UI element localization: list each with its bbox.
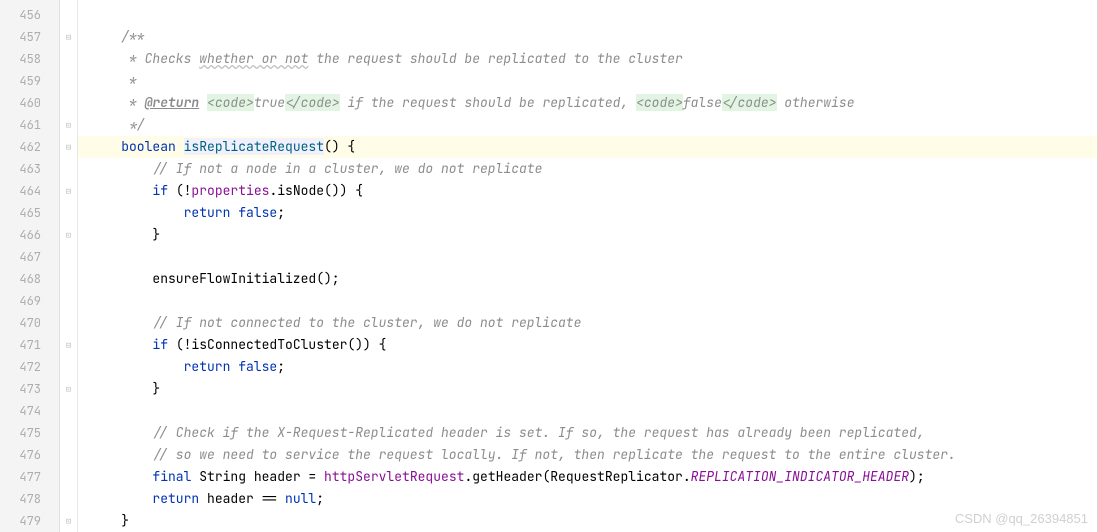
line-number: 468 — [0, 268, 59, 290]
code-line[interactable]: return header == null; — [78, 488, 1097, 510]
fold-spacer — [60, 4, 77, 26]
code-editor[interactable]: 4564574584594604614624634644654664674684… — [0, 0, 1098, 532]
code-line[interactable]: * @return <code>true</code> if the reque… — [78, 92, 1097, 114]
line-number: 478 — [0, 488, 59, 510]
fold-spacer — [60, 488, 77, 510]
line-number: 467 — [0, 246, 59, 268]
line-number: 461 — [0, 114, 59, 136]
fold-marker-icon[interactable] — [60, 180, 77, 202]
fold-spacer — [60, 246, 77, 268]
code-line[interactable]: } — [78, 224, 1097, 246]
line-number: 473 — [0, 378, 59, 400]
code-line[interactable]: // If not connected to the cluster, we d… — [78, 312, 1097, 334]
fold-spacer — [60, 466, 77, 488]
code-line[interactable] — [78, 4, 1097, 26]
line-number: 463 — [0, 158, 59, 180]
fold-spacer — [60, 422, 77, 444]
code-line[interactable]: ensureFlowInitialized(); — [78, 268, 1097, 290]
code-line[interactable]: * — [78, 70, 1097, 92]
fold-marker-icon[interactable] — [60, 114, 77, 136]
fold-spacer — [60, 356, 77, 378]
line-number-gutter: 4564574584594604614624634644654664674684… — [0, 0, 60, 532]
fold-spacer — [60, 70, 77, 92]
fold-marker-icon[interactable] — [60, 26, 77, 48]
code-line[interactable]: // Check if the X-Request-Replicated hea… — [78, 422, 1097, 444]
code-line[interactable]: /** — [78, 26, 1097, 48]
fold-spacer — [60, 400, 77, 422]
fold-gutter[interactable] — [60, 0, 78, 532]
code-line[interactable]: final String header = httpServletRequest… — [78, 466, 1097, 488]
code-line[interactable]: } — [78, 510, 1097, 532]
line-number: 465 — [0, 202, 59, 224]
fold-spacer — [60, 48, 77, 70]
fold-spacer — [60, 444, 77, 466]
code-line[interactable]: return false; — [78, 202, 1097, 224]
code-line[interactable]: */ — [78, 114, 1097, 136]
code-line[interactable] — [78, 400, 1097, 422]
fold-spacer — [60, 312, 77, 334]
line-number: 471 — [0, 334, 59, 356]
line-number: 460 — [0, 92, 59, 114]
code-line[interactable]: // so we need to service the request loc… — [78, 444, 1097, 466]
line-number: 477 — [0, 466, 59, 488]
line-number: 475 — [0, 422, 59, 444]
fold-spacer — [60, 92, 77, 114]
line-number: 456 — [0, 4, 59, 26]
fold-marker-icon[interactable] — [60, 510, 77, 532]
fold-spacer — [60, 158, 77, 180]
code-line[interactable]: return false; — [78, 356, 1097, 378]
code-area[interactable]: /** * Checks whether or not the request … — [78, 0, 1097, 532]
code-line[interactable] — [78, 290, 1097, 312]
line-number: 459 — [0, 70, 59, 92]
code-line[interactable]: * Checks whether or not the request shou… — [78, 48, 1097, 70]
code-line[interactable]: if (!isConnectedToCluster()) { — [78, 334, 1097, 356]
line-number: 474 — [0, 400, 59, 422]
code-line[interactable] — [78, 246, 1097, 268]
code-line[interactable]: // If not a node in a cluster, we do not… — [78, 158, 1097, 180]
fold-spacer — [60, 268, 77, 290]
fold-marker-icon[interactable] — [60, 224, 77, 246]
line-number: 464 — [0, 180, 59, 202]
line-number: 469 — [0, 290, 59, 312]
line-number: 476 — [0, 444, 59, 466]
line-number: 472 — [0, 356, 59, 378]
line-number: 479 — [0, 510, 59, 532]
line-number: 462 — [0, 136, 59, 158]
line-number: 470 — [0, 312, 59, 334]
line-number: 466 — [0, 224, 59, 246]
fold-marker-icon[interactable] — [60, 378, 77, 400]
line-number: 458 — [0, 48, 59, 70]
code-line[interactable]: } — [78, 378, 1097, 400]
code-line[interactable]: if (!properties.isNode()) { — [78, 180, 1097, 202]
line-number: 457 — [0, 26, 59, 48]
fold-marker-icon[interactable] — [60, 334, 77, 356]
code-line[interactable]: boolean isReplicateRequest() { — [78, 136, 1097, 158]
fold-spacer — [60, 202, 77, 224]
watermark: CSDN @qq_26394851 — [955, 511, 1088, 526]
fold-spacer — [60, 290, 77, 312]
fold-marker-icon[interactable] — [60, 136, 77, 158]
